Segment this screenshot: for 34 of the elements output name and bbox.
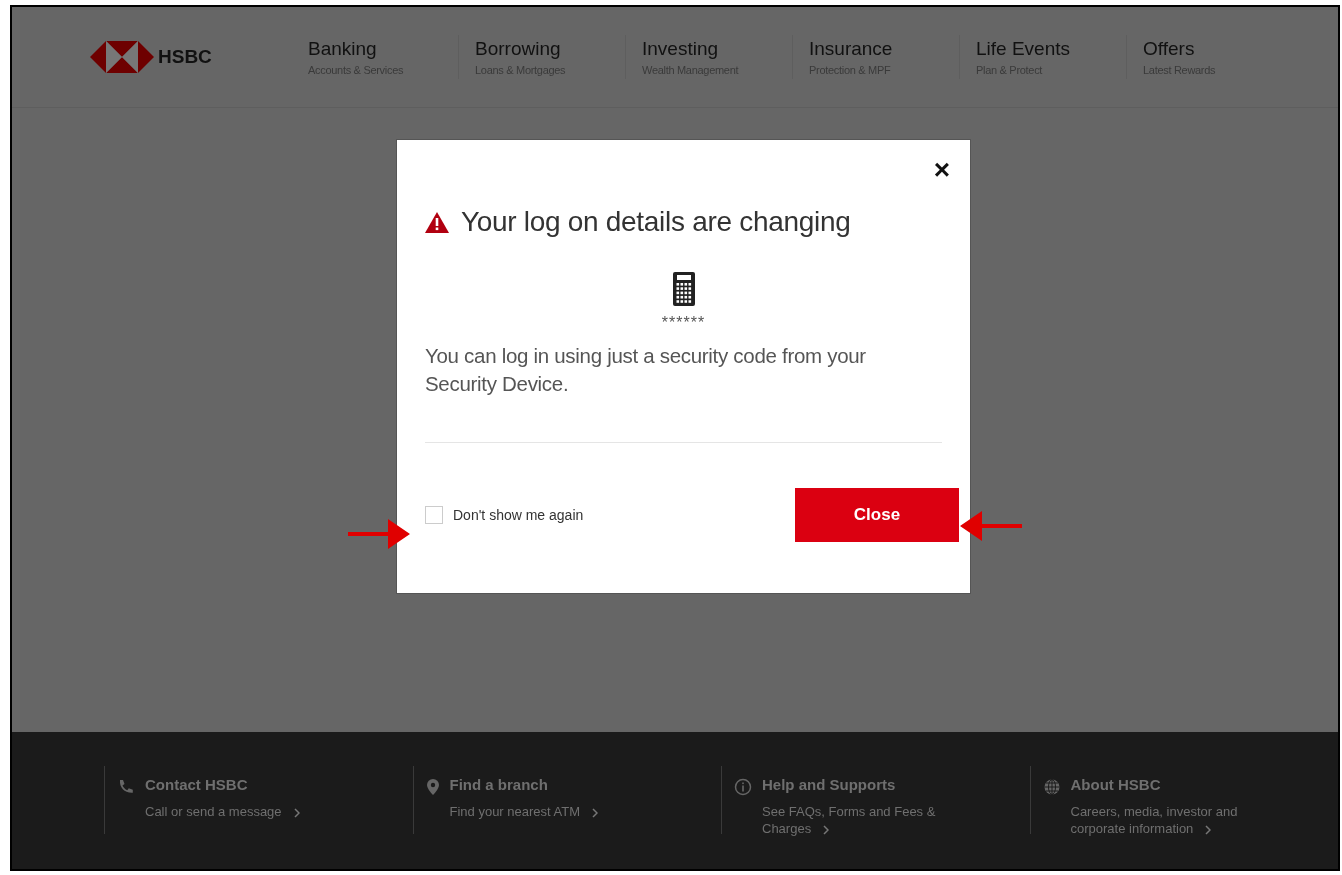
- nav-label: Offers: [1143, 38, 1196, 60]
- nav-label: Life Events: [976, 38, 1071, 60]
- annotation-arrow: [958, 509, 1024, 543]
- masked-code: ******: [661, 314, 706, 332]
- close-button[interactable]: ×: [931, 156, 952, 184]
- nav-label: Insurance: [809, 38, 894, 60]
- dialog-title: Your log on details are changing: [461, 206, 851, 238]
- footer-heading: Find a branch: [449, 776, 549, 793]
- footer-heading: Contact HSBC: [145, 776, 249, 793]
- info-icon: [734, 778, 752, 796]
- chevron-icon: [823, 824, 830, 835]
- phone-icon: [117, 778, 135, 796]
- footer-link[interactable]: See FAQs, Forms and Fees & Charges: [762, 803, 962, 837]
- hexagon-logo-icon: [90, 41, 154, 73]
- chevron-icon: [1205, 824, 1212, 835]
- chevron-icon: [293, 807, 300, 818]
- nav-label: Borrowing: [475, 38, 562, 60]
- footer-link[interactable]: Careers, media, investor and corporate information: [1070, 803, 1271, 837]
- footer-link[interactable]: Call or send a message: [145, 803, 345, 820]
- close-dialog-button[interactable]: Close: [795, 488, 959, 542]
- location-pin-icon: [425, 778, 440, 796]
- chevron-icon: [592, 807, 599, 818]
- footer-link[interactable]: Find your nearest ATM: [449, 803, 650, 820]
- logo-text: HSBC: [158, 46, 212, 68]
- nav-label: Investing: [642, 38, 720, 60]
- security-device-icon: [672, 272, 695, 306]
- dialog-message: You can log in using just a security code from your Security Device.: [425, 343, 867, 397]
- nav-label: Banking: [308, 38, 378, 60]
- footer-heading: About HSBC: [1070, 776, 1162, 793]
- annotation-arrow: [346, 517, 412, 551]
- dont-show-checkbox[interactable]: Don't show me again: [425, 506, 584, 524]
- warning-icon: [425, 211, 449, 233]
- globe-icon: [1042, 778, 1061, 796]
- footer-heading: Help and Supports: [762, 776, 897, 793]
